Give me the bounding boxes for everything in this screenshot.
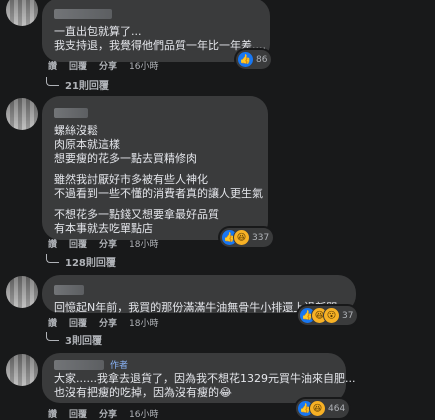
reply-button[interactable]: 回覆	[69, 407, 87, 420]
view-replies[interactable]: 128則回覆	[46, 254, 116, 269]
reply-button[interactable]: 回覆	[69, 316, 87, 329]
timestamp[interactable]: 18小時	[129, 316, 158, 329]
haha-reaction-icon: 😆	[310, 401, 325, 416]
share-button[interactable]: 分享	[99, 59, 117, 72]
comment-actions: 讚 回覆 分享 16小時	[48, 59, 159, 72]
reaction-summary[interactable]: 👍 😆 😮 37	[298, 306, 358, 325]
reaction-summary[interactable]: 👍 86	[236, 50, 272, 69]
commenter-name-redacted[interactable]	[54, 108, 88, 118]
avatar[interactable]	[6, 354, 38, 386]
share-button[interactable]: 分享	[99, 407, 117, 420]
timestamp[interactable]: 16小時	[129, 407, 158, 420]
timestamp[interactable]: 18小時	[129, 237, 158, 250]
view-replies[interactable]: 3則回覆	[46, 332, 102, 347]
author-badge: 作者	[110, 361, 129, 371]
share-button[interactable]: 分享	[99, 237, 117, 250]
like-button[interactable]: 讚	[48, 59, 57, 72]
comment-text-line: 雖然我討厭好市多被有些人神化	[54, 173, 208, 186]
timestamp[interactable]: 16小時	[129, 59, 158, 72]
comment-bubble-4: 作者 大家......我拿去退貨了，因為我不想花1329元買牛油來自肥... 也…	[42, 353, 356, 403]
avatar[interactable]	[6, 276, 38, 308]
comment-actions: 讚 回覆 分享 16小時	[48, 407, 159, 420]
reaction-count: 337	[252, 232, 270, 243]
reply-hook-icon	[46, 332, 59, 341]
comment-actions: 讚 回覆 分享 18小時	[48, 316, 159, 329]
like-reaction-icon: 👍	[238, 52, 253, 67]
reaction-count: 464	[328, 403, 346, 414]
commenter-name-redacted[interactable]	[54, 285, 84, 295]
view-replies[interactable]: 21則回覆	[46, 77, 109, 92]
reaction-count: 86	[256, 54, 268, 65]
like-button[interactable]: 讚	[48, 237, 57, 250]
comment-text-line: 我支持退，我覺得他們品質一年比一年差....	[54, 39, 266, 52]
reply-hook-icon	[46, 254, 59, 263]
comment-actions: 讚 回覆 分享 18小時	[48, 237, 159, 250]
reaction-summary[interactable]: 👍 😆 337	[220, 228, 274, 247]
haha-reaction-icon: 😆	[234, 230, 249, 245]
replies-count: 3則回覆	[65, 336, 102, 347]
reaction-summary[interactable]: 👍 😆 464	[296, 399, 350, 418]
comment-text-line	[54, 201, 256, 208]
comment-bubble-1: 一直出包就算了... 我支持退，我覺得他們品質一年比一年差....	[42, 0, 270, 62]
reply-button[interactable]: 回覆	[69, 59, 87, 72]
comment-text-line: 不想花多一點錢又想要拿最好品質	[54, 208, 219, 221]
comment-text-line: 肉原本就這樣	[54, 138, 120, 151]
comment-text-line	[54, 166, 256, 173]
comment-text-line: 一直出包就算了...	[54, 25, 142, 38]
reply-hook-icon	[46, 77, 59, 86]
replies-count: 128則回覆	[65, 258, 116, 269]
comment-text-line: 螺絲沒鬆	[54, 124, 98, 137]
reaction-count: 37	[342, 310, 354, 321]
like-button[interactable]: 讚	[48, 407, 57, 420]
comment-text-line: 大家......我拿去退貨了，因為我不想花1329元買牛油來自肥...	[54, 372, 356, 385]
wow-reaction-icon: 😮	[324, 308, 339, 323]
comment-text-line: 也沒有把瘦的吃掉，因為沒有瘦的😂	[54, 386, 232, 399]
comment-text-line: 不過看到一些不懂的消費者真的讓人更生氣	[54, 187, 263, 200]
replies-count: 21則回覆	[65, 81, 109, 92]
comment-bubble-2: 螺絲沒鬆 肉原本就這樣 想要瘦的花多一點去買精修肉 雖然我討厭好市多被有些人神化…	[42, 96, 268, 240]
comment-text-line: 想要瘦的花多一點去買精修肉	[54, 152, 197, 165]
avatar[interactable]	[6, 0, 38, 26]
share-button[interactable]: 分享	[99, 316, 117, 329]
commenter-name-redacted[interactable]	[54, 359, 104, 370]
like-button[interactable]: 讚	[48, 316, 57, 329]
reply-button[interactable]: 回覆	[69, 237, 87, 250]
commenter-name-redacted[interactable]	[54, 9, 112, 19]
avatar[interactable]	[6, 98, 38, 130]
